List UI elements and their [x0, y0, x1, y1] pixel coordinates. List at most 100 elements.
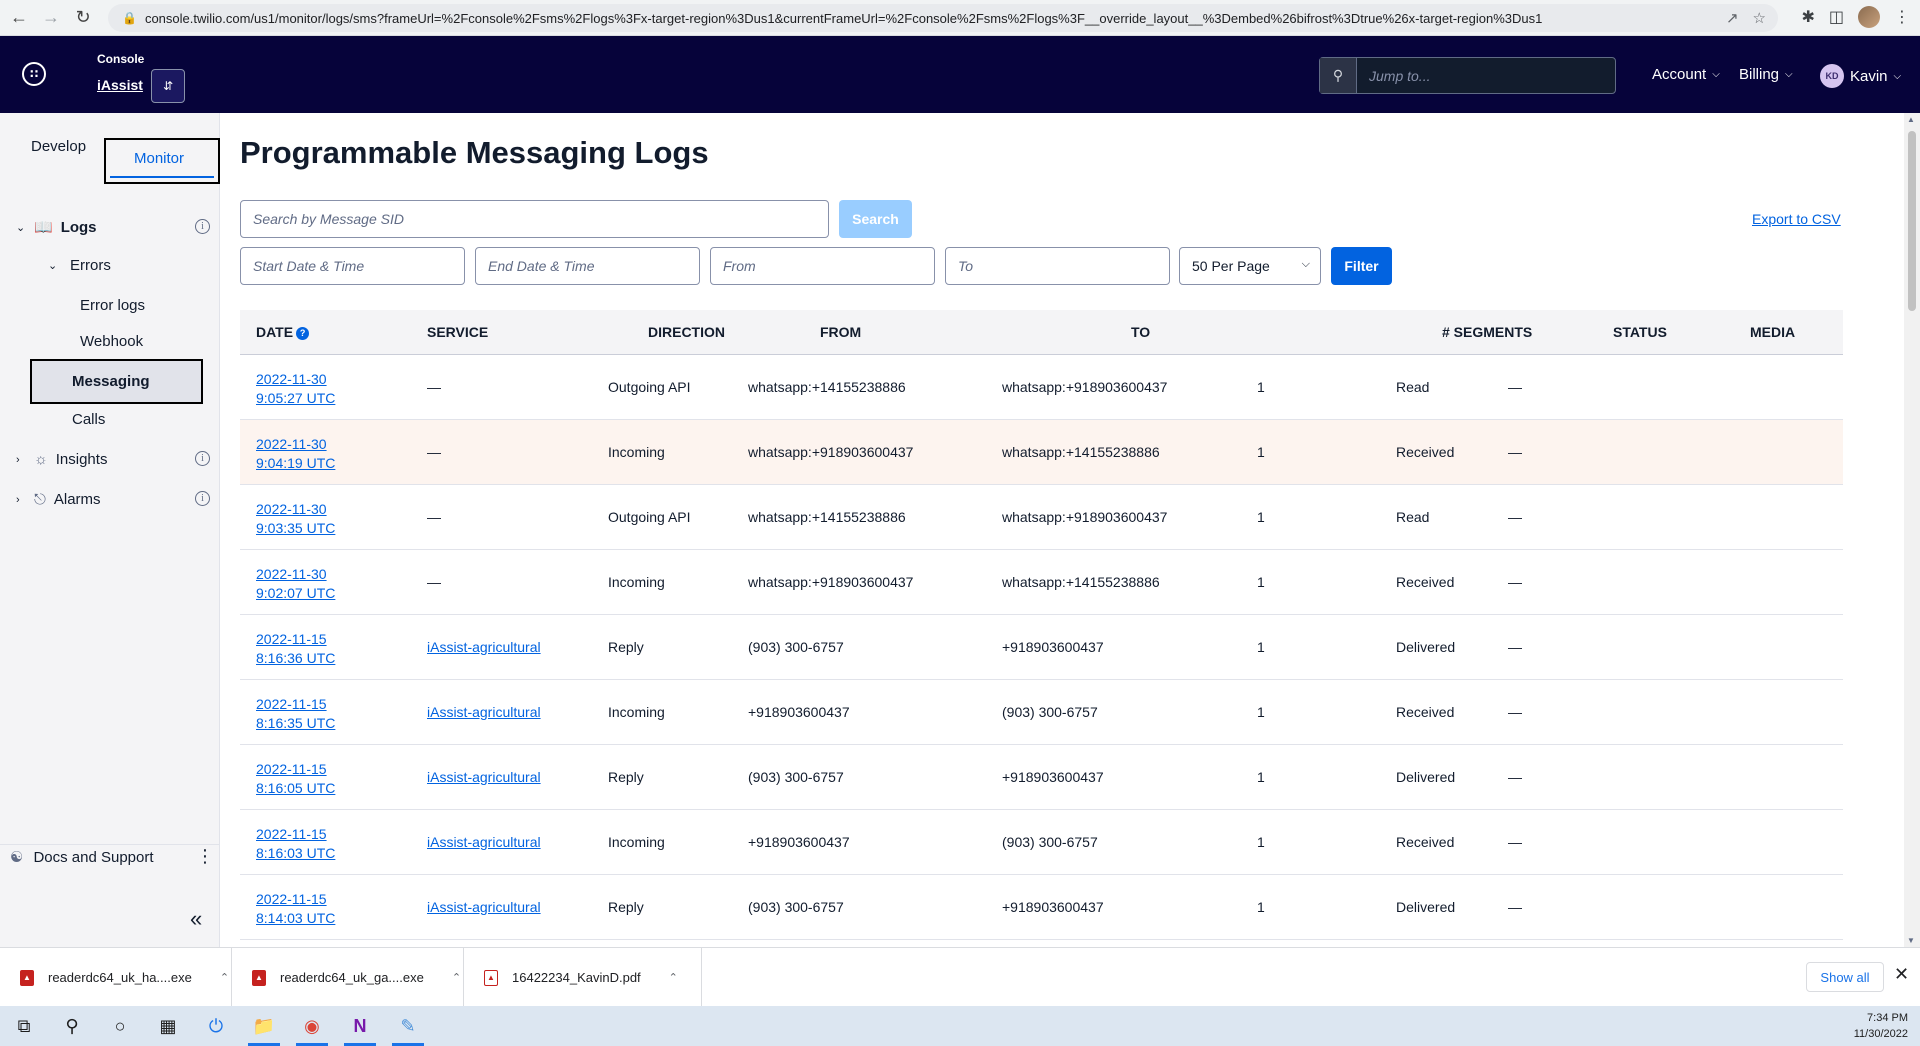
service-link[interactable]: iAssist-agricultural: [427, 639, 541, 655]
sidebar-item-errors[interactable]: ⌄ Errors: [48, 257, 111, 274]
service-link[interactable]: iAssist-agricultural: [427, 834, 541, 850]
billing-menu[interactable]: Billing ⌵: [1739, 66, 1793, 83]
message-date-link[interactable]: 2022-11-30 9:03:35 UTC: [256, 500, 335, 538]
time-value: 9:03:35 UTC: [256, 520, 336, 536]
user-menu[interactable]: KD Kavin ⌵: [1820, 64, 1901, 88]
message-date-link[interactable]: 2022-11-15 8:14:03 UTC: [256, 890, 335, 928]
side-panel-icon[interactable]: ◫: [1829, 7, 1844, 27]
search-icon[interactable]: ⚲: [48, 1006, 96, 1046]
chrome-icon[interactable]: ◉: [288, 1006, 336, 1046]
start-date-input[interactable]: [240, 247, 465, 285]
account-name-link[interactable]: iAssist: [97, 77, 143, 93]
share-icon[interactable]: ↗: [1726, 9, 1739, 27]
bookmark-star-icon[interactable]: ☆: [1753, 9, 1766, 27]
jump-to-input[interactable]: [1357, 58, 1615, 93]
export-csv-link[interactable]: Export to CSV: [1752, 211, 1841, 227]
table-row[interactable]: 2022-11-30 9:03:35 UTC — Outgoing API whatsa…: [240, 485, 1843, 550]
reload-icon[interactable]: ↻: [70, 5, 96, 31]
end-date-input[interactable]: [475, 247, 700, 285]
download-item[interactable]: ▲ readerdc64_uk_ha....exe ⌃: [0, 948, 232, 1007]
table-row[interactable]: 2022-11-15 8:16:36 UTC iAssist-agricultura…: [240, 615, 1843, 680]
sidebar-item-logs[interactable]: ⌄ 📖 Logs: [16, 218, 97, 237]
cell-direction: Incoming: [608, 704, 665, 720]
service-link[interactable]: iAssist-agricultural: [427, 704, 541, 720]
column-header-date[interactable]: Date?: [256, 324, 310, 340]
table-row[interactable]: 2022-11-30 9:04:19 UTC — Incoming whatsapp:+…: [240, 420, 1843, 485]
docs-support-link[interactable]: ☯ Docs and Support: [10, 848, 154, 867]
sidebar-item-insights[interactable]: › ☼ Insights: [16, 451, 107, 468]
filter-button[interactable]: Filter: [1331, 247, 1392, 285]
sidebar-item-alarms[interactable]: › ⎋ Alarms: [16, 491, 101, 508]
cortana-icon[interactable]: ○: [96, 1006, 144, 1046]
collapse-sidebar-icon[interactable]: «: [190, 906, 202, 932]
power-app-icon[interactable]: ⏻: [192, 1006, 240, 1046]
service-link[interactable]: iAssist-agricultural: [427, 899, 541, 915]
service-link[interactable]: iAssist-agricultural: [427, 769, 541, 785]
message-sid-search-input[interactable]: [240, 200, 829, 238]
message-date-link[interactable]: 2022-11-30 9:04:19 UTC: [256, 435, 335, 473]
chevron-up-icon[interactable]: ⌃: [669, 971, 678, 984]
cell-from: whatsapp:+14155238886: [748, 509, 906, 525]
show-all-downloads-button[interactable]: Show all: [1806, 962, 1884, 992]
address-bar[interactable]: 🔒 console.twilio.com/us1/monitor/logs/sm…: [108, 4, 1778, 32]
info-icon[interactable]: i: [195, 219, 210, 234]
paint-icon[interactable]: ✎: [384, 1006, 432, 1046]
page-scrollbar[interactable]: ▲ ▼: [1904, 113, 1920, 947]
table-row[interactable]: 2022-11-15 8:16:05 UTC iAssist-agricultura…: [240, 745, 1843, 810]
message-date-link[interactable]: 2022-11-15 8:16:05 UTC: [256, 760, 335, 798]
table-row[interactable]: 2022-11-15 8:16:03 UTC iAssist-agricultura…: [240, 810, 1843, 875]
download-item[interactable]: ▲ 16422234_KavinD.pdf ⌃: [464, 948, 702, 1007]
help-icon[interactable]: ?: [296, 327, 310, 340]
table-row[interactable]: 2022-11-15 8:16:35 UTC iAssist-agricultura…: [240, 680, 1843, 745]
sidebar-item-messaging[interactable]: Messaging: [30, 359, 203, 404]
message-date-link[interactable]: 2022-11-15 8:16:36 UTC: [256, 630, 335, 668]
date-value: 2022-11-30: [256, 501, 327, 517]
chevron-up-icon[interactable]: ⌃: [452, 971, 461, 984]
message-date-link[interactable]: 2022-11-15 8:16:35 UTC: [256, 695, 335, 733]
profile-avatar[interactable]: [1858, 6, 1880, 28]
table-row[interactable]: 2022-11-15 8:14:03 UTC iAssist-agricultura…: [240, 875, 1843, 940]
table-row[interactable]: 2022-11-30 9:02:07 UTC — Incoming whatsapp:+…: [240, 550, 1843, 615]
chevron-up-icon[interactable]: ⌃: [220, 971, 229, 984]
back-icon[interactable]: ←: [6, 5, 32, 31]
cell-status: Read: [1396, 379, 1430, 395]
message-date-link[interactable]: 2022-11-30 9:02:07 UTC: [256, 565, 335, 603]
system-clock[interactable]: 7:34 PM 11/30/2022: [1854, 1010, 1908, 1042]
scrollbar-thumb[interactable]: [1908, 131, 1916, 311]
from-input[interactable]: [710, 247, 935, 285]
active-tab-indicator: [110, 176, 214, 178]
message-date-link[interactable]: 2022-11-30 9:05:27 UTC: [256, 370, 335, 408]
sidebar-item-webhook[interactable]: Webhook: [80, 333, 143, 350]
twilio-logo-icon[interactable]: ∷: [22, 62, 46, 86]
more-options-icon[interactable]: ⋮: [196, 846, 214, 867]
to-input[interactable]: [945, 247, 1170, 285]
cell-media: —: [1508, 639, 1522, 655]
download-item[interactable]: ▲ readerdc64_uk_ga....exe ⌃: [232, 948, 464, 1007]
task-view-icon[interactable]: ▦: [144, 1006, 192, 1046]
per-page-select[interactable]: 50 Per Page ⌵: [1179, 247, 1321, 285]
extensions-icon[interactable]: ✱: [1801, 7, 1814, 27]
search-button[interactable]: Search: [839, 200, 912, 238]
account-menu[interactable]: Account ⌵: [1652, 66, 1720, 83]
onenote-icon[interactable]: N: [336, 1006, 384, 1046]
sidebar-item-error-logs[interactable]: Error logs: [80, 297, 145, 314]
forward-icon[interactable]: →: [38, 5, 64, 31]
scroll-up-icon[interactable]: ▲: [1907, 115, 1915, 124]
windows-start-icon[interactable]: ⧉: [0, 1006, 48, 1046]
sidebar-item-label: Webhook: [80, 333, 144, 350]
account-switcher-button[interactable]: ⇵: [151, 69, 185, 103]
tab-develop[interactable]: Develop: [31, 138, 86, 155]
info-icon[interactable]: i: [195, 451, 210, 466]
close-icon[interactable]: ✕: [1894, 964, 1909, 985]
sidebar-item-calls[interactable]: Calls: [72, 411, 105, 428]
table-row[interactable]: 2022-11-30 9:05:27 UTC — Outgoing API whatsa…: [240, 355, 1843, 420]
info-icon[interactable]: i: [195, 491, 210, 506]
cell-segments: 1: [1257, 704, 1265, 720]
message-date-link[interactable]: 2022-11-15 8:16:03 UTC: [256, 825, 335, 863]
url-text[interactable]: console.twilio.com/us1/monitor/logs/sms?…: [145, 11, 1714, 26]
more-menu-icon[interactable]: ⋮: [1894, 7, 1910, 27]
tab-monitor[interactable]: Monitor: [104, 138, 220, 184]
search-icon[interactable]: ⚲: [1320, 58, 1357, 93]
file-explorer-icon[interactable]: 📁: [240, 1006, 288, 1046]
scroll-down-icon[interactable]: ▼: [1907, 936, 1915, 945]
